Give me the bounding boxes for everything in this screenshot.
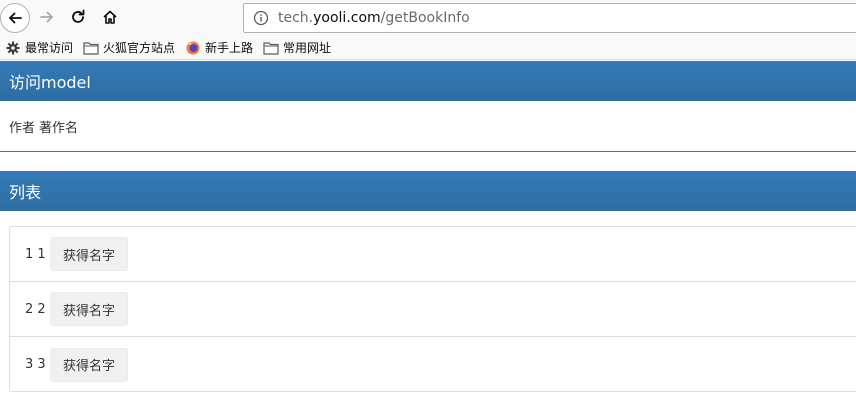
list-item: 1 1 获得名字: [10, 227, 856, 282]
list-panel-heading: 列表: [0, 171, 856, 211]
reload-button[interactable]: [64, 3, 92, 31]
home-icon: [103, 10, 117, 24]
bookmark-getting-started[interactable]: 新手上路: [180, 37, 257, 59]
bookmark-firefox-site[interactable]: 火狐官方站点: [78, 37, 179, 59]
url-prefix: tech.: [278, 10, 314, 26]
url-domain: yooli.com: [313, 10, 381, 26]
book-name-text: 著作名: [39, 120, 79, 136]
bookmark-label: 最常访问: [25, 41, 74, 55]
bookmark-common-sites[interactable]: 常用网址: [258, 37, 335, 59]
list-group: 1 1 获得名字 2 2 获得名字 3 3 获得名字: [9, 226, 856, 392]
home-button[interactable]: [96, 3, 124, 31]
firefox-icon: [185, 40, 201, 56]
bookmark-label: 常用网址: [283, 41, 332, 55]
bookmarks-bar: 最常访问 火狐官方站点 新手上路 常用网址: [0, 36, 856, 60]
list-item: 2 2 获得名字: [10, 282, 856, 337]
model-panel-title: 访问model: [9, 72, 91, 92]
list-item-index: 1 1: [25, 246, 46, 262]
back-button[interactable]: [0, 3, 30, 33]
url-bar[interactable]: tech.yooli.com/getBookInfo: [243, 3, 856, 33]
back-arrow-icon: [9, 12, 22, 24]
folder-icon: [83, 40, 99, 56]
bookmark-label: 火狐官方站点: [103, 41, 176, 55]
url-path: /getBookInfo: [380, 10, 470, 26]
bookmark-most-visited[interactable]: 最常访问: [0, 37, 77, 59]
gear-icon: [5, 40, 21, 56]
list-item-index: 2 2: [25, 301, 46, 317]
get-name-button[interactable]: 获得名字: [50, 292, 129, 326]
get-name-button[interactable]: 获得名字: [50, 237, 129, 271]
model-panel-heading: 访问model: [0, 61, 856, 101]
info-icon[interactable]: [253, 10, 269, 26]
url-text[interactable]: tech.yooli.com/getBookInfo: [278, 10, 470, 26]
bookmark-label: 新手上路: [205, 41, 254, 55]
list-item: 3 3 获得名字: [10, 337, 856, 392]
model-panel-body: 作者 著作名: [0, 101, 856, 152]
folder-icon: [263, 40, 279, 56]
forward-arrow-icon: [40, 11, 53, 23]
list-item-index: 3 3: [25, 357, 46, 372]
author-text: 作者: [9, 120, 36, 136]
get-name-button[interactable]: 获得名字: [50, 347, 129, 382]
forward-button[interactable]: [33, 3, 61, 31]
list-panel-title: 列表: [9, 182, 42, 202]
reload-icon: [72, 9, 85, 23]
browser-toolbar: tech.yooli.com/getBookInfo: [0, 0, 856, 36]
